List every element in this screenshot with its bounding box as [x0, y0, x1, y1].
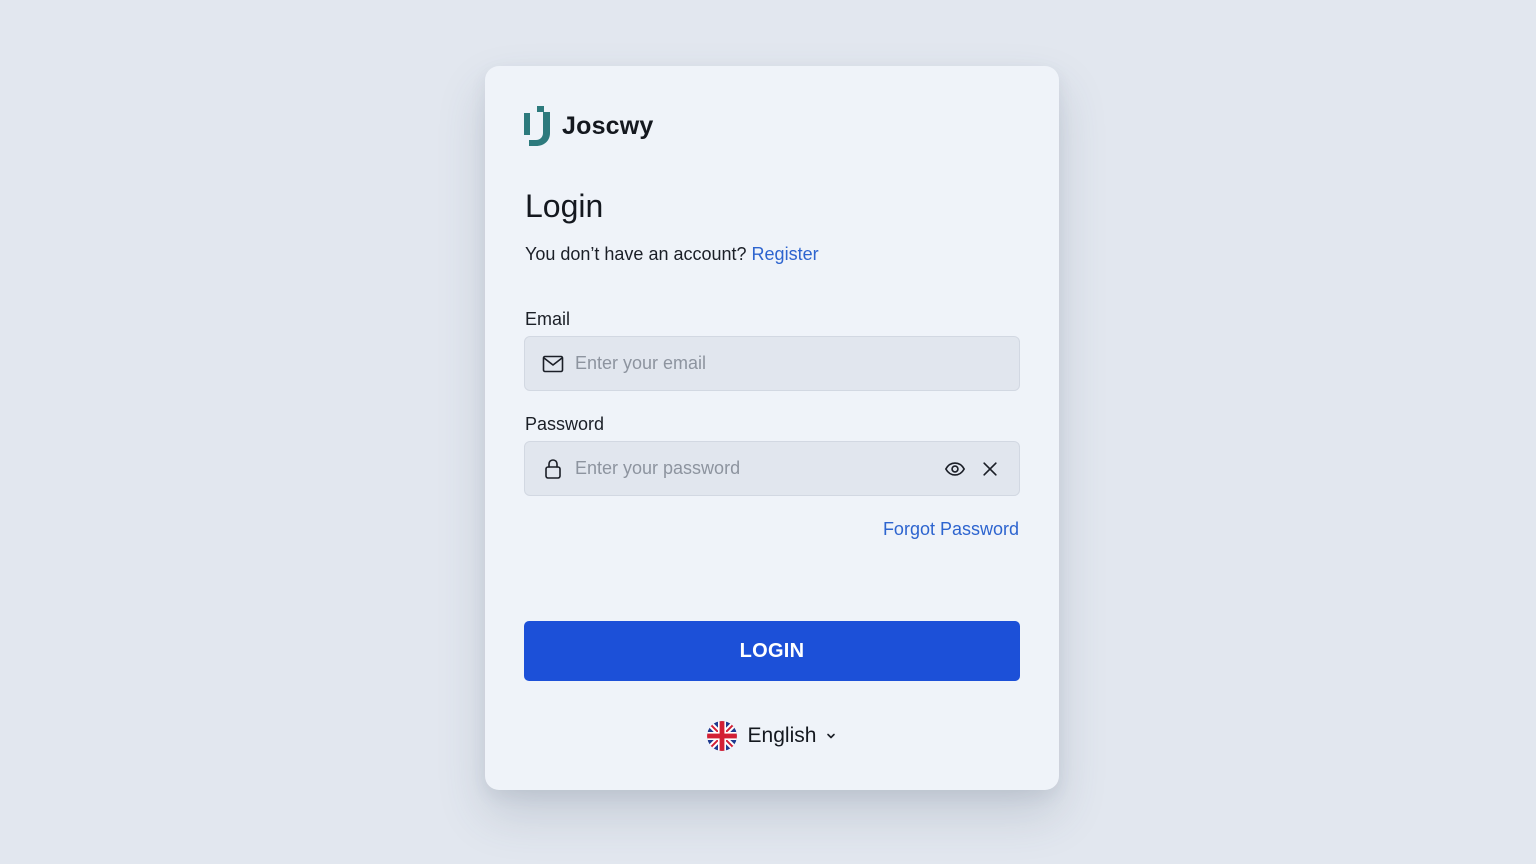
language-selector[interactable]: English: [485, 720, 1059, 752]
page-title: Login: [525, 188, 604, 224]
lock-icon: [540, 456, 566, 482]
forgot-password-link[interactable]: Forgot Password: [883, 517, 1019, 541]
chevron-down-icon: [827, 733, 836, 739]
register-link[interactable]: Register: [752, 244, 819, 264]
login-card: Joscwy Login You don’t have an account? …: [485, 66, 1059, 790]
close-icon[interactable]: [976, 455, 1004, 483]
language-label: English: [747, 724, 817, 747]
email-field-wrapper: [524, 336, 1020, 391]
email-field[interactable]: [575, 337, 1019, 390]
password-field-wrapper: [524, 441, 1020, 496]
brand-logo-icon: [524, 106, 550, 146]
brand: Joscwy: [524, 106, 654, 146]
eye-icon[interactable]: [941, 455, 969, 483]
email-label: Email: [525, 309, 571, 329]
mail-icon: [540, 351, 566, 377]
register-prompt: You don’t have an account?: [525, 244, 747, 264]
password-field[interactable]: [575, 442, 941, 495]
login-button[interactable]: LOGIN: [524, 621, 1020, 681]
uk-flag-icon: [706, 721, 737, 751]
password-label: Password: [525, 414, 605, 434]
register-prompt-line: You don’t have an account? Register: [525, 242, 819, 266]
brand-name: Joscwy: [562, 111, 654, 140]
